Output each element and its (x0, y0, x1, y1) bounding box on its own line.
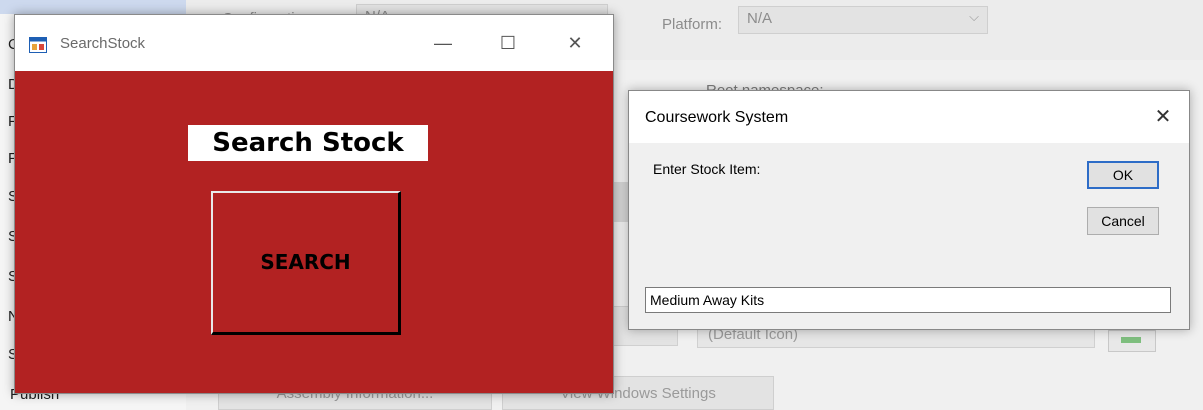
search-stock-heading: Search Stock (188, 125, 428, 161)
dialog-title: Coursework System (645, 109, 789, 126)
searchstock-title: SearchStock (60, 35, 146, 52)
properties-nav-selected-item[interactable] (0, 0, 186, 14)
platform-combo[interactable]: N/A ⌵ (738, 6, 988, 34)
close-icon[interactable]: ✕ (1143, 101, 1183, 133)
close-icon[interactable]: ✕ (552, 27, 598, 59)
chevron-down-icon: ⌵ (969, 9, 979, 24)
platform-label: Platform: (662, 16, 723, 33)
dialog-prompt: Enter Stock Item: (653, 161, 761, 177)
searchstock-window: SearchStock — ☐ ✕ Search Stock SEARCH (14, 14, 614, 394)
dialog-titlebar[interactable]: Coursework System ✕ (629, 91, 1189, 143)
search-button[interactable]: SEARCH (211, 191, 401, 335)
app-form-icon (29, 37, 47, 53)
icon-preview (1108, 330, 1156, 352)
searchstock-titlebar[interactable]: SearchStock — ☐ ✕ (15, 15, 613, 71)
maximize-icon[interactable]: ☐ (485, 27, 531, 59)
ok-button[interactable]: OK (1087, 161, 1159, 189)
platform-value: N/A (747, 10, 773, 27)
stock-item-input[interactable] (645, 287, 1171, 313)
cancel-button[interactable]: Cancel (1087, 207, 1159, 235)
minimize-icon[interactable]: — (420, 27, 466, 59)
coursework-dialog: Coursework System ✕ Enter Stock Item: OK… (628, 90, 1190, 330)
